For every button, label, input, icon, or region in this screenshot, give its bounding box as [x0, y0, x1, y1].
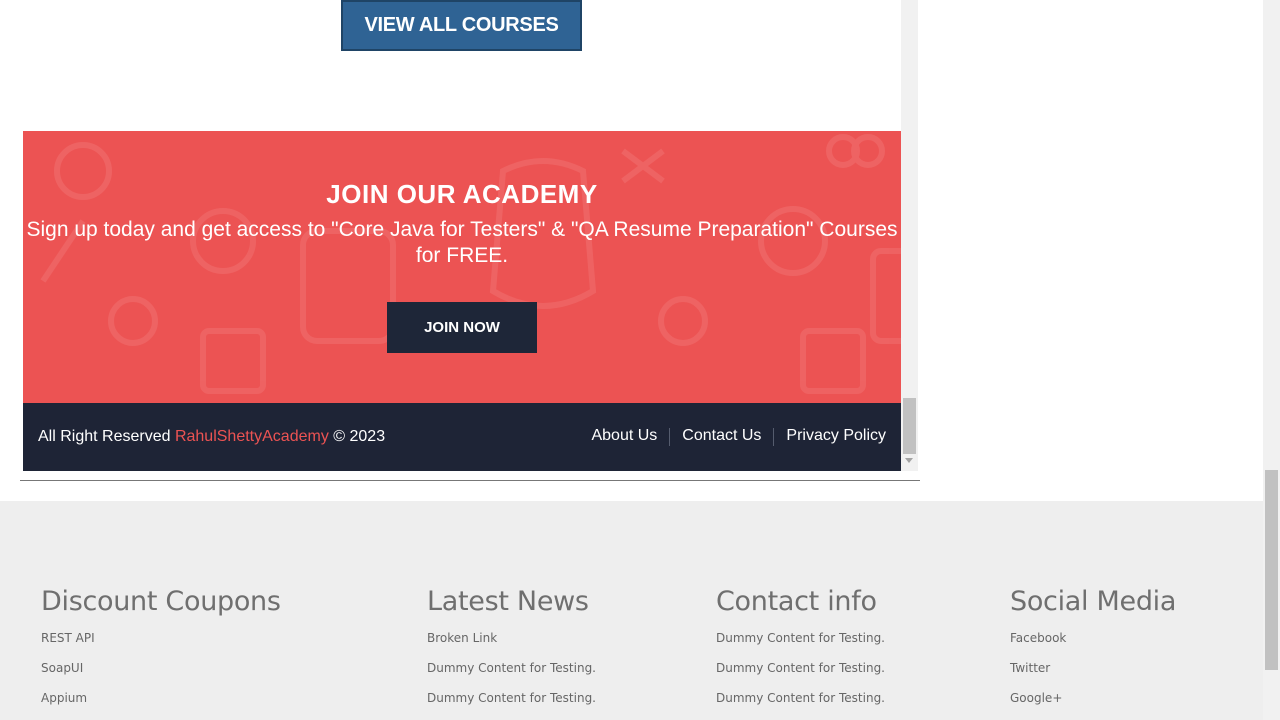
google-plus-link[interactable]: Google+	[1010, 683, 1176, 713]
copyright-prefix: All Right Reserved	[38, 428, 171, 445]
iframe-footer-bar: All Right Reserved RahulShettyAcademy © …	[23, 403, 901, 471]
privacy-policy-link[interactable]: Privacy Policy	[774, 427, 886, 446]
column-heading: Latest News	[427, 586, 589, 617]
footer-link[interactable]: Dummy Content for Testing.	[716, 653, 885, 683]
embedded-iframe: VIEW ALL COURSES JOIN OUR ACADEMY Sign u…	[20, 0, 920, 480]
copyright-text: All Right Reserved RahulShettyAcademy © …	[38, 428, 385, 446]
footer-column-social-media: Social Media Facebook Twitter Google+	[1010, 585, 1176, 713]
footer-column-discount-coupons: Discount Coupons REST API SoapUI Appium	[41, 585, 281, 713]
column-heading: Discount Coupons	[41, 586, 281, 617]
footer-link[interactable]: REST API	[41, 623, 281, 653]
iframe-scrollbar[interactable]	[901, 0, 918, 471]
join-now-button[interactable]: JOIN NOW	[387, 302, 537, 353]
column-heading: Social Media	[1010, 586, 1177, 617]
iframe-scrollbar-thumb[interactable]	[903, 398, 916, 454]
copyright-year: © 2023	[333, 428, 386, 445]
twitter-link[interactable]: Twitter	[1010, 653, 1176, 683]
footer-link[interactable]: Dummy Content for Testing.	[427, 683, 596, 713]
page-footer: Discount Coupons REST API SoapUI Appium …	[0, 501, 1263, 720]
footer-link[interactable]: Dummy Content for Testing.	[716, 623, 885, 653]
brand-link[interactable]: RahulShettyAcademy	[175, 428, 329, 445]
footer-link[interactable]: Dummy Content for Testing.	[427, 653, 596, 683]
join-description: Sign up today and get access to "Core Ja…	[26, 218, 898, 267]
footer-link[interactable]: Appium	[41, 683, 281, 713]
iframe-content: VIEW ALL COURSES JOIN OUR ACADEMY Sign u…	[23, 0, 901, 471]
footer-links: About Us Contact Us Privacy Policy	[579, 427, 886, 446]
about-us-link[interactable]: About Us	[579, 427, 669, 446]
join-academy-banner: JOIN OUR ACADEMY Sign up today and get a…	[23, 131, 901, 403]
iframe-border	[20, 480, 920, 481]
page-scrollbar-thumb[interactable]	[1265, 470, 1278, 670]
column-heading: Contact info	[716, 586, 877, 617]
footer-link[interactable]: SoapUI	[41, 653, 281, 683]
footer-link[interactable]: Broken Link	[427, 623, 596, 653]
footer-column-latest-news: Latest News Broken Link Dummy Content fo…	[427, 585, 596, 713]
footer-column-contact-info: Contact info Dummy Content for Testing. …	[716, 585, 885, 713]
scroll-down-arrow-icon[interactable]	[905, 458, 913, 463]
facebook-link[interactable]: Facebook	[1010, 623, 1176, 653]
page-scrollbar[interactable]	[1263, 0, 1280, 720]
view-all-courses-button[interactable]: VIEW ALL COURSES	[341, 0, 582, 51]
contact-us-link[interactable]: Contact Us	[670, 427, 773, 446]
footer-link[interactable]: Dummy Content for Testing.	[716, 683, 885, 713]
join-title: JOIN OUR ACADEMY	[326, 179, 598, 209]
